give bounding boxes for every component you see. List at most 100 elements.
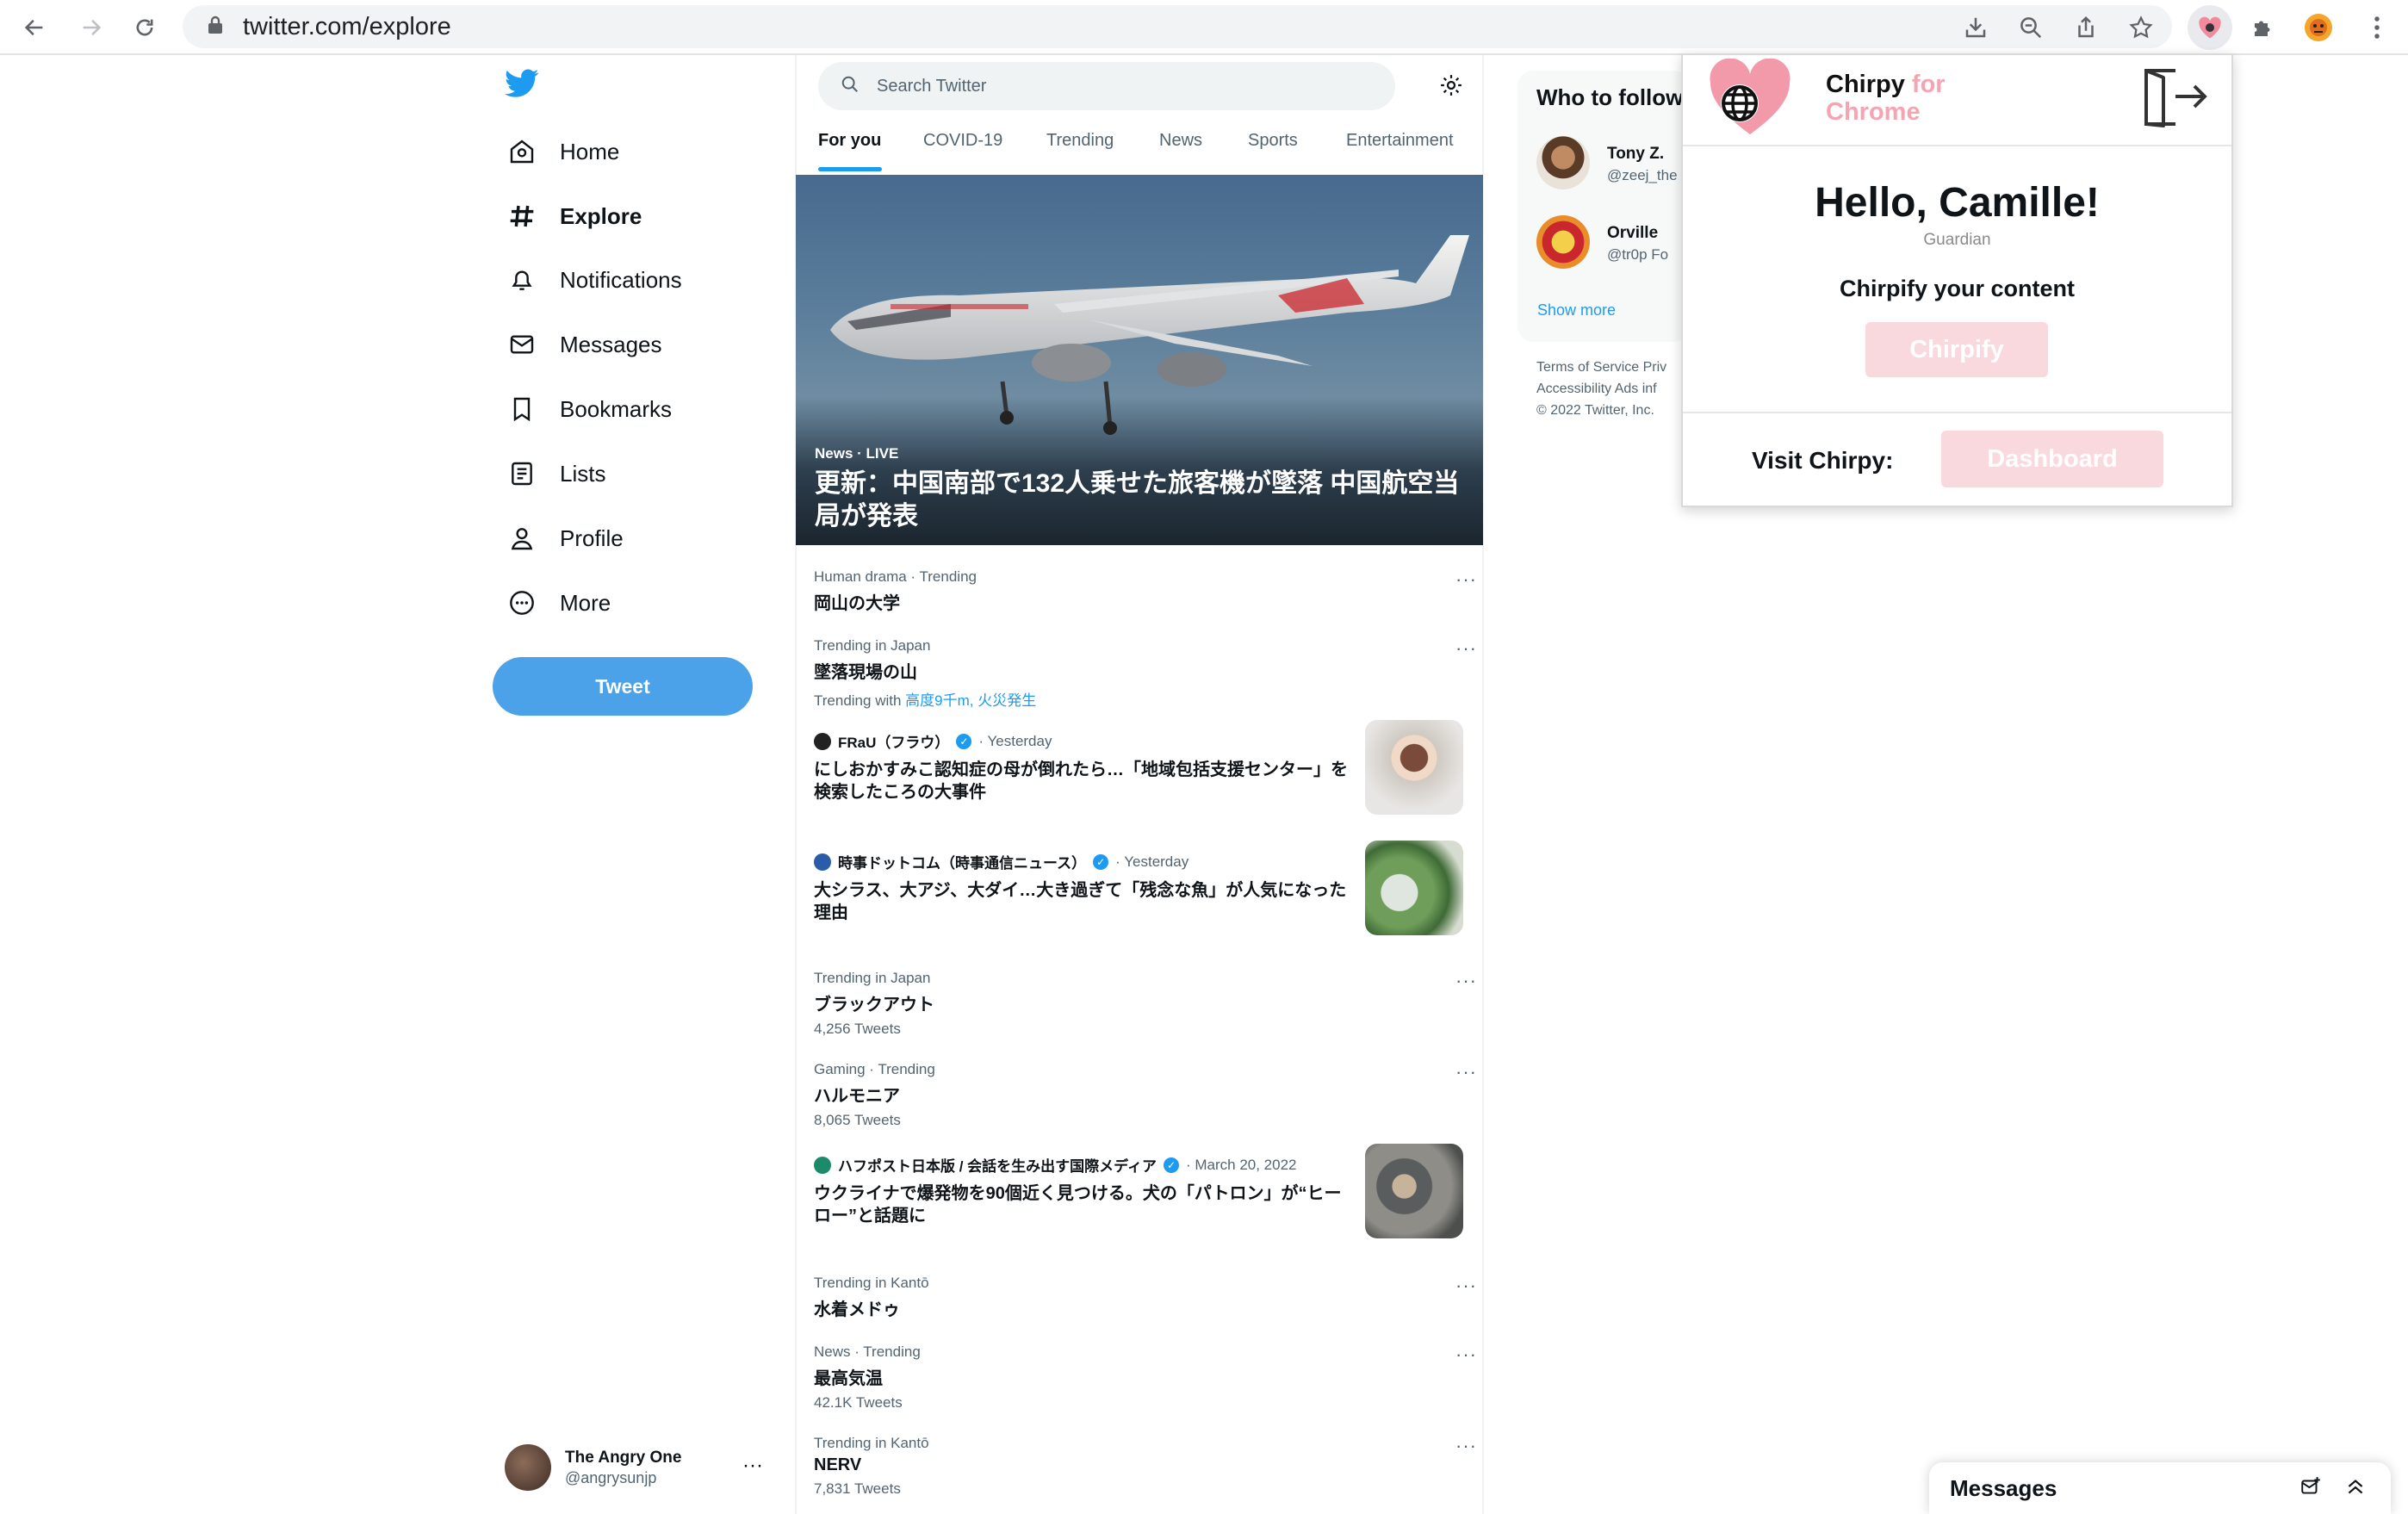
- messages-drawer[interactable]: Messages: [1929, 1462, 2391, 1514]
- forward-icon[interactable]: [74, 10, 109, 45]
- greeting: Hello, Camille!: [1815, 180, 2100, 226]
- bookmark-icon: [505, 392, 539, 426]
- install-icon[interactable]: [1957, 9, 1995, 47]
- more-options-icon[interactable]: ···: [1455, 1061, 1477, 1083]
- news-headline: にしおかすみこ認知症の母が倒れたら…「地域包括支援センター」を検索したころの大事…: [814, 760, 1348, 802]
- trend-related-links[interactable]: 高度9千m, 火災発生: [905, 692, 1036, 709]
- popup-divider: [1683, 412, 2231, 413]
- search-input[interactable]: Search Twitter: [818, 62, 1395, 110]
- sidebar-item-profile[interactable]: Profile: [505, 514, 624, 562]
- news-item[interactable]: ハフポスト日本版 / 会話を生み出す国際メディア ✓ · March 20, 202…: [814, 1144, 1468, 1238]
- new-message-icon[interactable]: [2299, 1475, 2322, 1502]
- source-logo-icon: [814, 853, 831, 871]
- user-name: Orville: [1607, 224, 1659, 242]
- chirpify-button[interactable]: Chirpify: [1865, 322, 2048, 377]
- trend-item[interactable]: Human drama · Trending 岡山の大学 ···: [814, 568, 1477, 614]
- more-options-icon[interactable]: ···: [1455, 970, 1477, 992]
- trend-tweet-count: 42.1K Tweets: [814, 1394, 903, 1411]
- trend-item[interactable]: Trending in Japan 墜落現場の山 Trending with 高…: [814, 637, 1477, 710]
- chirpy-extension-icon[interactable]: [2188, 5, 2232, 50]
- trend-item[interactable]: Gaming · Trending ハルモニア 8,065 Tweets ···: [814, 1061, 1477, 1129]
- trend-tweet-count: 8,065 Tweets: [814, 1112, 901, 1128]
- extensions-puzzle-icon[interactable]: [2244, 9, 2282, 47]
- news-item[interactable]: 時事ドットコム（時事通信ニュース） ✓ · Yesterday 大シラス、大アジ、大…: [814, 841, 1468, 935]
- chirpy-logo-icon: [1707, 58, 1793, 142]
- sidebar-item-home[interactable]: Home: [505, 127, 619, 176]
- more-options-icon[interactable]: ···: [1455, 1343, 1477, 1366]
- trend-item[interactable]: Trending in Kantō NERV 7,831 Tweets ···: [814, 1435, 1477, 1498]
- sidebar-item-explore[interactable]: Explore: [505, 192, 642, 240]
- tweet-button[interactable]: Tweet: [493, 657, 753, 716]
- chirpify-prompt: Chirpify your content: [1839, 276, 2075, 301]
- follow-suggestion[interactable]: Tony Z. @zeej_the: [1536, 136, 1678, 193]
- hero-news-card[interactable]: News · LIVE 更新：中国南部で132人乗せた旅客機が墜落 中国航空当局…: [796, 175, 1483, 545]
- settings-gear-icon[interactable]: [1438, 72, 1464, 102]
- show-more-link[interactable]: Show more: [1537, 301, 1616, 320]
- user-handle: @zeej_the: [1607, 167, 1678, 183]
- user-name: Tony Z.: [1607, 145, 1665, 163]
- news-source: 時事ドットコム（時事通信ニュース）: [838, 855, 1087, 872]
- verified-badge-icon: ✓: [956, 733, 972, 749]
- sidebar-item-bookmarks[interactable]: Bookmarks: [505, 385, 672, 433]
- zoom-icon[interactable]: [2012, 9, 2050, 47]
- tab-for-you[interactable]: For you: [818, 131, 881, 151]
- url-text: twitter.com/explore: [243, 12, 451, 40]
- share-icon[interactable]: [2067, 9, 2105, 47]
- bell-icon: [505, 263, 539, 297]
- sidebar-item-label: More: [560, 589, 611, 616]
- trend-item[interactable]: Trending in Japan ブラックアウト 4,256 Tweets ·…: [814, 970, 1477, 1038]
- chirpy-brand: Chirpy for Chrome: [1826, 71, 1946, 126]
- follow-suggestion[interactable]: Orville @tr0p Fo: [1536, 215, 1668, 272]
- sidebar-item-lists[interactable]: Lists: [505, 450, 605, 498]
- sidebar-item-notifications[interactable]: Notifications: [505, 256, 682, 304]
- trend-name: ハルモニア: [814, 1087, 900, 1106]
- more-circle-icon: [505, 586, 539, 620]
- trend-name: NERV: [814, 1455, 862, 1474]
- trend-context: News · Trending: [814, 1343, 921, 1360]
- account-more-icon[interactable]: ···: [742, 1454, 763, 1478]
- user-role: Guardian: [1923, 231, 1991, 249]
- account-switcher[interactable]: The Angry One @angrysunjp: [505, 1443, 772, 1492]
- news-thumbnail: [1365, 1144, 1463, 1238]
- tab-sports[interactable]: Sports: [1248, 131, 1298, 151]
- news-headline: ウクライナで爆発物を90個近く見つける。犬の「パトロン」が“ヒーロー”と話題に: [814, 1184, 1342, 1225]
- brand-suffix: Chrome: [1826, 98, 1921, 126]
- reload-icon[interactable]: [127, 10, 162, 45]
- more-options-icon[interactable]: ···: [1455, 1435, 1477, 1457]
- popup-divider: [1683, 145, 2231, 146]
- tab-covid-19[interactable]: COVID-19: [923, 131, 1002, 151]
- news-item[interactable]: FRaU（フラウ） ✓ · Yesterday にしおかすみこ認知症の母が倒れたら……: [814, 720, 1468, 815]
- logout-icon[interactable]: [2139, 64, 2210, 132]
- trend-item[interactable]: Trending in Kantō 水着メドゥ ···: [814, 1275, 1477, 1320]
- expand-drawer-icon[interactable]: [2344, 1475, 2367, 1502]
- footer-links[interactable]: Accessibility Ads inf: [1536, 382, 1657, 397]
- bookmark-star-icon[interactable]: [2122, 9, 2160, 47]
- news-time: · Yesterday: [1115, 853, 1189, 870]
- trend-context: Trending in Japan: [814, 637, 931, 654]
- dashboard-button[interactable]: Dashboard: [1941, 431, 2163, 487]
- tab-entertainment[interactable]: Entertainment: [1346, 131, 1454, 151]
- trend-context: Trending in Japan: [814, 970, 931, 986]
- trend-item[interactable]: News · Trending 最高気温 42.1K Tweets ···: [814, 1343, 1477, 1412]
- trend-context: Trending in Kantō: [814, 1275, 929, 1291]
- tab-trending[interactable]: Trending: [1046, 131, 1114, 151]
- address-bar[interactable]: twitter.com/explore: [183, 5, 2172, 48]
- verified-badge-icon: ✓: [1093, 853, 1109, 870]
- news-source: ハフポスト日本版 / 会話を生み出す国際メディア: [838, 1158, 1157, 1175]
- home-icon: [505, 134, 539, 169]
- avatar: [505, 1444, 551, 1491]
- sidebar-item-more[interactable]: More: [505, 579, 611, 627]
- avatar: [1536, 215, 1590, 269]
- news-time: · Yesterday: [978, 732, 1052, 749]
- more-options-icon[interactable]: ···: [1455, 1275, 1477, 1297]
- more-options-icon[interactable]: ···: [1455, 637, 1477, 660]
- kebab-menu-icon[interactable]: [2358, 9, 2396, 47]
- back-icon[interactable]: [17, 10, 52, 45]
- news-time: · March 20, 2022: [1185, 1156, 1297, 1173]
- twitter-bird-icon[interactable]: [505, 69, 539, 102]
- profile-avatar[interactable]: [2299, 9, 2337, 47]
- tab-news[interactable]: News: [1159, 131, 1202, 151]
- sidebar-item-messages[interactable]: Messages: [505, 320, 662, 369]
- more-options-icon[interactable]: ···: [1455, 568, 1477, 591]
- footer-links[interactable]: Terms of Service Priv: [1536, 360, 1666, 375]
